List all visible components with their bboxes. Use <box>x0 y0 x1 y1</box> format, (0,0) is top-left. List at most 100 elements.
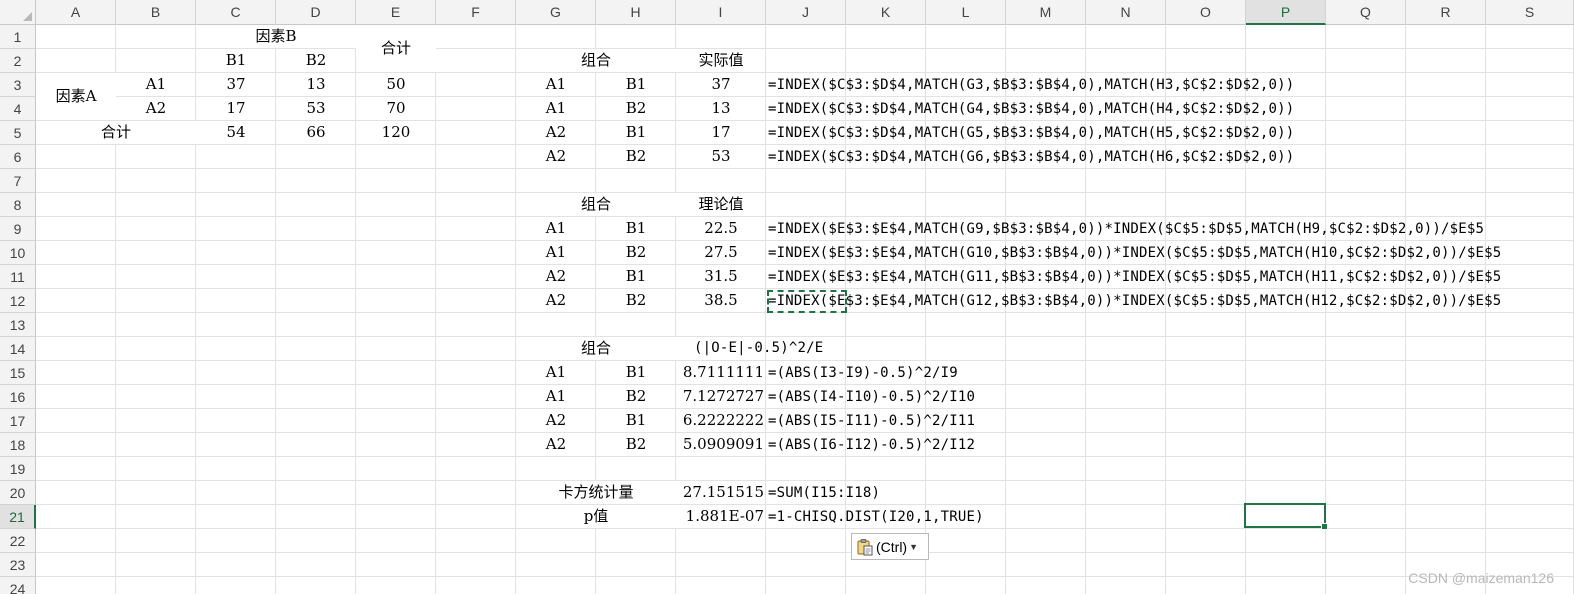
active-cell-P21[interactable] <box>1244 503 1328 530</box>
cell-H9[interactable]: B1 <box>596 217 676 240</box>
cell-I16[interactable]: 7.1272727 <box>676 385 766 408</box>
cell-I11[interactable]: 31.5 <box>676 265 766 288</box>
cell-I17[interactable]: 6.2222222 <box>676 409 766 432</box>
column-header-N[interactable]: N <box>1086 0 1166 25</box>
cell-H11[interactable]: B1 <box>596 265 676 288</box>
formula-J12[interactable]: =INDEX($E$3:$E$4,MATCH(G12,$B$3:$B$4,0))… <box>766 289 1503 312</box>
cell-C5[interactable]: 54 <box>196 121 276 144</box>
column-header-P[interactable]: P <box>1246 0 1326 25</box>
cell-E4[interactable]: 70 <box>356 97 436 120</box>
row-header-17[interactable]: 17 <box>0 409 36 433</box>
cell-H12[interactable]: B2 <box>596 289 676 312</box>
formula-J16[interactable]: =(ABS(I4-I10)-0.5)^2/I10 <box>766 385 977 408</box>
cell-G5[interactable]: A2 <box>516 121 596 144</box>
row-header-6[interactable]: 6 <box>0 145 36 169</box>
cell-G4[interactable]: A1 <box>516 97 596 120</box>
formula-J20[interactable]: =SUM(I15:I18) <box>766 481 882 504</box>
cell-C4[interactable]: 17 <box>196 97 276 120</box>
cell-G12[interactable]: A2 <box>516 289 596 312</box>
cell-group-header[interactable]: 组合 <box>516 193 676 216</box>
column-header-L[interactable]: L <box>926 0 1006 25</box>
row-header-23[interactable]: 23 <box>0 553 36 577</box>
cell-chi-label[interactable]: 卡方统计量 <box>516 481 676 504</box>
column-header-S[interactable]: S <box>1486 0 1574 25</box>
row-header-5[interactable]: 5 <box>0 121 36 145</box>
column-header-H[interactable]: H <box>596 0 676 25</box>
formula-J15[interactable]: =(ABS(I3-I9)-0.5)^2/I9 <box>766 361 960 384</box>
formula-J9[interactable]: =INDEX($E$3:$E$4,MATCH(G9,$B$3:$B$4,0))*… <box>766 217 1486 240</box>
column-header-R[interactable]: R <box>1406 0 1486 25</box>
cell-group-header[interactable]: 组合 <box>516 337 676 360</box>
column-header-D[interactable]: D <box>276 0 356 25</box>
row-header-18[interactable]: 18 <box>0 433 36 457</box>
cell-D5[interactable]: 66 <box>276 121 356 144</box>
row-header-8[interactable]: 8 <box>0 193 36 217</box>
cell-H18[interactable]: B2 <box>596 433 676 456</box>
cell-H16[interactable]: B2 <box>596 385 676 408</box>
cell-E3[interactable]: 50 <box>356 73 436 96</box>
cell-I6[interactable]: 53 <box>676 145 766 168</box>
formula-J17[interactable]: =(ABS(I5-I11)-0.5)^2/I11 <box>766 409 977 432</box>
row-header-22[interactable]: 22 <box>0 529 36 553</box>
column-header-Q[interactable]: Q <box>1326 0 1406 25</box>
column-header-I[interactable]: I <box>676 0 766 25</box>
cell-G9[interactable]: A1 <box>516 217 596 240</box>
cell-G3[interactable]: A1 <box>516 73 596 96</box>
column-header-J[interactable]: J <box>766 0 846 25</box>
cell-B3[interactable]: A1 <box>116 73 196 96</box>
cell-G10[interactable]: A1 <box>516 241 596 264</box>
cell-D3[interactable]: 13 <box>276 73 356 96</box>
formula-J6[interactable]: =INDEX($C$3:$D$4,MATCH(G6,$B$3:$B$4,0),M… <box>766 145 1296 168</box>
cell-G11[interactable]: A2 <box>516 265 596 288</box>
cell-E5[interactable]: 120 <box>356 121 436 144</box>
row-header-3[interactable]: 3 <box>0 73 36 97</box>
cell-value-header[interactable]: (|O-E|-0.5)^2/E <box>676 337 823 360</box>
column-header-A[interactable]: A <box>36 0 116 25</box>
formula-J5[interactable]: =INDEX($C$3:$D$4,MATCH(G5,$B$3:$B$4,0),M… <box>766 121 1296 144</box>
row-header-15[interactable]: 15 <box>0 361 36 385</box>
cell-factor-b-header[interactable]: 因素B <box>196 25 356 48</box>
cell-I5[interactable]: 17 <box>676 121 766 144</box>
cell-I12[interactable]: 38.5 <box>676 289 766 312</box>
column-header-M[interactable]: M <box>1006 0 1086 25</box>
row-header-12[interactable]: 12 <box>0 289 36 313</box>
cell-B4[interactable]: A2 <box>116 97 196 120</box>
cell-value-header[interactable]: 实际值 <box>676 49 766 72</box>
cell-C2[interactable]: B1 <box>196 49 276 72</box>
cell-D4[interactable]: 53 <box>276 97 356 120</box>
cell-G16[interactable]: A1 <box>516 385 596 408</box>
row-header-20[interactable]: 20 <box>0 481 36 505</box>
row-header-10[interactable]: 10 <box>0 241 36 265</box>
cell-G15[interactable]: A1 <box>516 361 596 384</box>
formula-J4[interactable]: =INDEX($C$3:$D$4,MATCH(G4,$B$3:$B$4,0),M… <box>766 97 1296 120</box>
cell-H6[interactable]: B2 <box>596 145 676 168</box>
cell-I3[interactable]: 37 <box>676 73 766 96</box>
column-header-F[interactable]: F <box>436 0 516 25</box>
row-header-1[interactable]: 1 <box>0 25 36 49</box>
cell-H5[interactable]: B1 <box>596 121 676 144</box>
formula-J11[interactable]: =INDEX($E$3:$E$4,MATCH(G11,$B$3:$B$4,0))… <box>766 265 1503 288</box>
row-header-9[interactable]: 9 <box>0 217 36 241</box>
cell-total-header[interactable]: 合计 <box>356 25 436 72</box>
cell-factor-a[interactable]: 因素A <box>36 73 116 120</box>
formula-J18[interactable]: =(ABS(I6-I12)-0.5)^2/I12 <box>766 433 977 456</box>
cell-I18[interactable]: 5.0909091 <box>676 433 766 456</box>
column-header-C[interactable]: C <box>196 0 276 25</box>
cell-I4[interactable]: 13 <box>676 97 766 120</box>
formula-J3[interactable]: =INDEX($C$3:$D$4,MATCH(G3,$B$3:$B$4,0),M… <box>766 73 1296 96</box>
cell-H4[interactable]: B2 <box>596 97 676 120</box>
row-header-13[interactable]: 13 <box>0 313 36 337</box>
cell-D2[interactable]: B2 <box>276 49 356 72</box>
cell-H3[interactable]: B1 <box>596 73 676 96</box>
spreadsheet[interactable]: ABCDEFGHIJKLMNOPQRS 1 2 3 4 5 6 7 8 9 10 11 12 13 14 1… <box>0 0 1574 594</box>
cell-H17[interactable]: B1 <box>596 409 676 432</box>
cell-p-label[interactable]: p值 <box>516 505 676 528</box>
cell-G18[interactable]: A2 <box>516 433 596 456</box>
column-header-K[interactable]: K <box>846 0 926 25</box>
cell-G6[interactable]: A2 <box>516 145 596 168</box>
cell-total-row-label[interactable]: 合计 <box>36 121 196 144</box>
formula-J10[interactable]: =INDEX($E$3:$E$4,MATCH(G10,$B$3:$B$4,0))… <box>766 241 1503 264</box>
cell-H15[interactable]: B1 <box>596 361 676 384</box>
row-header-4[interactable]: 4 <box>0 97 36 121</box>
column-header-B[interactable]: B <box>116 0 196 25</box>
